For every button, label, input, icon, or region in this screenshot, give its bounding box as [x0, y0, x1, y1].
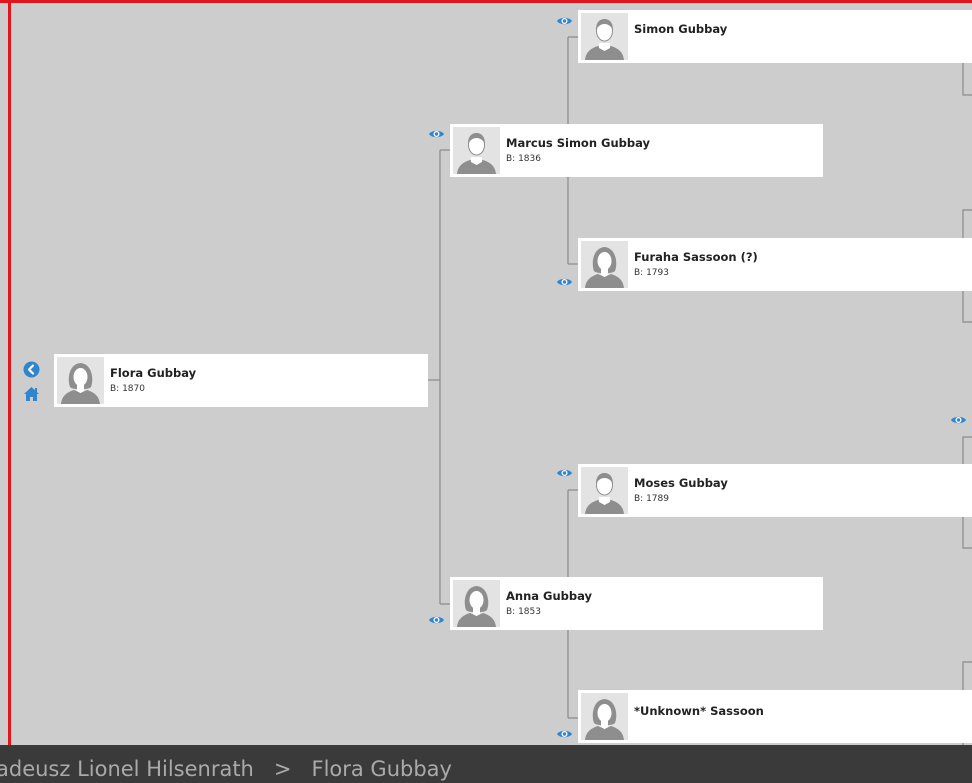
male-avatar-icon	[581, 467, 628, 514]
home-icon[interactable]	[23, 386, 40, 402]
card-stub	[952, 238, 972, 291]
person-birth: B: 1789	[634, 494, 669, 504]
person-card-maternal-grandfather[interactable]: Moses Gubbay B: 1789	[578, 464, 952, 517]
pedigree-chart: Flora Gubbay B: 1870 Marcus Simon Gubbay…	[0, 0, 972, 783]
person-name: Flora Gubbay	[110, 366, 197, 380]
eye-icon[interactable]	[428, 128, 445, 140]
person-name: Simon Gubbay	[634, 22, 728, 36]
eye-icon[interactable]	[556, 728, 573, 740]
breadcrumb: adeusz Lionel Hilsenrath > Flora Gubbay	[0, 745, 972, 783]
selection-frame-left	[8, 0, 11, 748]
female-avatar-icon	[453, 580, 500, 627]
female-avatar-icon	[57, 357, 104, 404]
breadcrumb-item[interactable]: adeusz Lionel Hilsenrath	[0, 757, 254, 781]
person-card-root[interactable]: Flora Gubbay B: 1870	[54, 354, 428, 407]
person-birth: B: 1836	[506, 154, 541, 164]
eye-icon[interactable]	[428, 614, 445, 626]
person-name: *Unknown* Sassoon	[634, 704, 764, 718]
breadcrumb-separator: >	[273, 757, 292, 781]
card-stub	[952, 464, 972, 517]
male-avatar-icon	[453, 127, 500, 174]
person-birth: B: 1853	[506, 607, 541, 617]
person-birth: B: 1870	[110, 384, 145, 394]
person-card-mother[interactable]: Anna Gubbay B: 1853	[450, 577, 823, 630]
female-avatar-icon	[581, 241, 628, 288]
person-card-paternal-grandfather[interactable]: Simon Gubbay	[578, 10, 952, 63]
eye-icon[interactable]	[556, 276, 573, 288]
person-card-maternal-grandmother[interactable]: *Unknown* Sassoon	[578, 690, 952, 743]
female-avatar-icon	[581, 693, 628, 740]
person-name: Moses Gubbay	[634, 476, 728, 490]
person-birth: B: 1793	[634, 268, 669, 278]
card-stub	[952, 690, 972, 743]
card-stub	[952, 10, 972, 63]
person-name: Marcus Simon Gubbay	[506, 136, 651, 150]
breadcrumb-item-current: Flora Gubbay	[311, 757, 452, 781]
person-card-father[interactable]: Marcus Simon Gubbay B: 1836	[450, 124, 823, 177]
person-name: Furaha Sassoon (?)	[634, 250, 758, 264]
male-avatar-icon	[581, 13, 628, 60]
eye-icon[interactable]	[556, 15, 573, 27]
selection-frame-top	[0, 0, 972, 3]
person-name: Anna Gubbay	[506, 589, 593, 603]
eye-icon[interactable]	[556, 467, 573, 479]
chevron-left-circle-icon[interactable]	[23, 361, 40, 378]
person-card-paternal-grandmother[interactable]: Furaha Sassoon (?) B: 1793	[578, 238, 952, 291]
eye-icon[interactable]	[950, 414, 967, 426]
